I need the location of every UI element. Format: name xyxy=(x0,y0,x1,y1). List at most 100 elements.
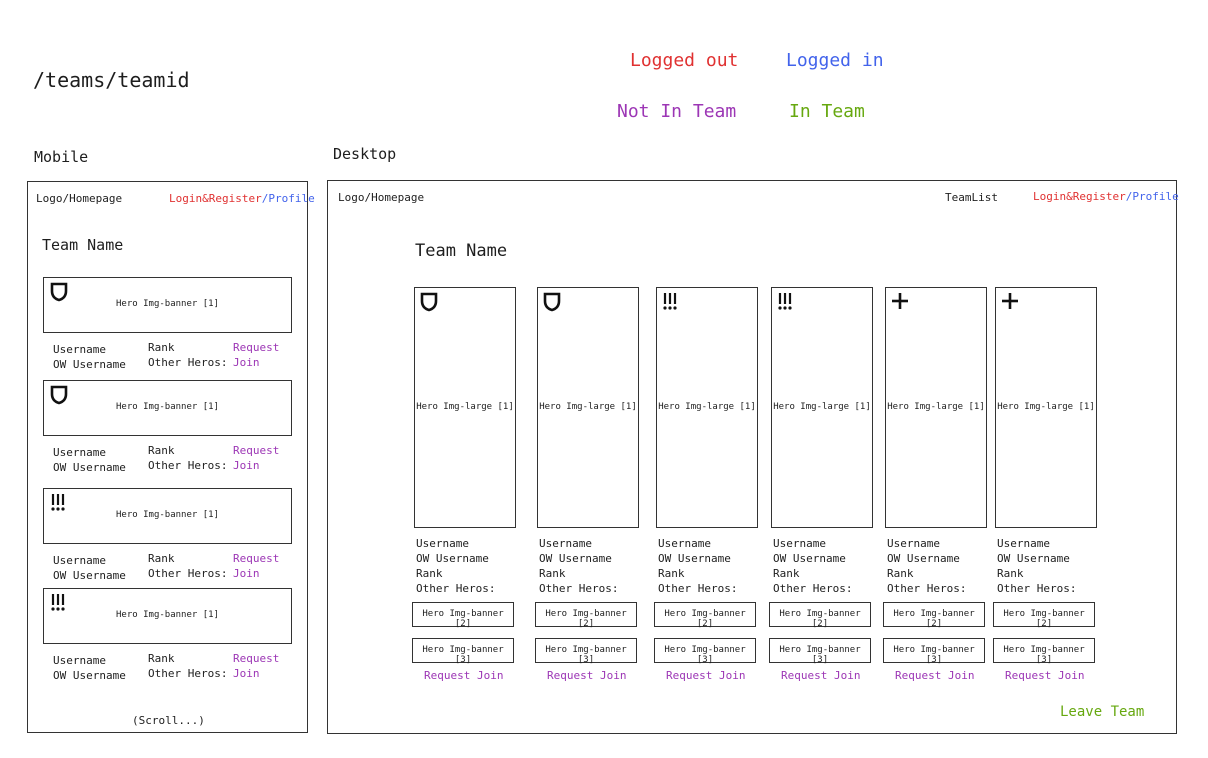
hero-banner-3: Hero Img-banner [3] xyxy=(883,638,985,665)
hero-banner-2: Hero Img-banner [2] xyxy=(535,602,637,629)
username-text: Username xyxy=(53,654,106,667)
mobile-request-join-button[interactable]: Request Join xyxy=(233,443,279,473)
hero-banner-2-label: Hero Img-banner [2] xyxy=(664,609,746,629)
ow-username-text: OW Username xyxy=(887,552,960,565)
rank-text: Rank xyxy=(887,567,914,580)
username-text: Username xyxy=(658,537,711,550)
username-text: Username xyxy=(416,537,469,550)
other-heroes-text: Other Heros: xyxy=(416,582,496,595)
mobile-logo-link[interactable]: Logo/Homepage xyxy=(36,192,122,205)
mobile-member-names: Username OW Username xyxy=(53,653,126,683)
mobile-member-rank: Rank Other Heros: xyxy=(148,443,227,473)
desktop-login-link[interactable]: Login&Register xyxy=(1033,190,1126,203)
mobile-profile-link[interactable]: /Profile xyxy=(262,192,315,205)
desktop-request-join-button[interactable]: Request Join xyxy=(895,668,974,683)
hero-large-image: Hero Img-large [1] xyxy=(414,287,516,528)
hero-banner-2-label: Hero Img-banner [2] xyxy=(422,609,504,629)
desktop-member-info: Username OW Username Rank Other Heros: xyxy=(887,536,966,596)
ow-username-text: OW Username xyxy=(773,552,846,565)
hero-banner-2-label: Hero Img-banner [2] xyxy=(545,609,627,629)
rank-text: Rank xyxy=(148,444,175,457)
rank-text: Rank xyxy=(148,652,175,665)
support-icon xyxy=(891,292,909,314)
desktop-profile-link[interactable]: /Profile xyxy=(1126,190,1179,203)
hero-banner-2: Hero Img-banner [2] xyxy=(993,602,1095,629)
hero-banner-3: Hero Img-banner [3] xyxy=(412,638,514,665)
ow-username-text: OW Username xyxy=(416,552,489,565)
join-text: Join xyxy=(233,459,260,472)
hero-large-label: Hero Img-large [1] xyxy=(887,402,985,412)
mobile-login-link[interactable]: Login&Register xyxy=(169,192,262,205)
mobile-request-join-button[interactable]: Request Join xyxy=(233,340,279,370)
hero-large-image: Hero Img-large [1] xyxy=(995,287,1097,528)
legend-logged-in: Logged in xyxy=(786,50,884,71)
hero-banner-2-label: Hero Img-banner [2] xyxy=(1003,609,1085,629)
hero-large-image: Hero Img-large [1] xyxy=(771,287,873,528)
mobile-auth-links: Login&Register/Profile xyxy=(169,192,315,205)
username-text: Username xyxy=(887,537,940,550)
mobile-member-names: Username OW Username xyxy=(53,445,126,475)
hero-banner-2-label: Hero Img-banner [2] xyxy=(779,609,861,629)
ow-username-text: OW Username xyxy=(539,552,612,565)
legend-in-team: In Team xyxy=(789,101,865,122)
hero-large-image: Hero Img-large [1] xyxy=(885,287,987,528)
hero-banner-3-label: Hero Img-banner [3] xyxy=(545,645,627,665)
mobile-frame: Logo/Homepage Login&Register/Profile Tea… xyxy=(27,181,315,733)
ow-username-text: OW Username xyxy=(53,461,126,474)
other-heroes-text: Other Heros: xyxy=(539,582,619,595)
hero-banner-3: Hero Img-banner [3] xyxy=(535,638,637,665)
request-text: Request xyxy=(233,652,280,665)
other-heroes-text: Other Heros: xyxy=(148,567,228,580)
shield-icon xyxy=(420,292,438,316)
support-icon xyxy=(1001,292,1019,314)
ow-username-text: OW Username xyxy=(658,552,731,565)
hero-banner-3: Hero Img-banner [3] xyxy=(654,638,756,665)
rank-text: Rank xyxy=(773,567,800,580)
desktop-teamlist-link[interactable]: TeamList xyxy=(945,191,998,204)
route-label: /teams/teamid xyxy=(33,68,190,92)
other-heroes-text: Other Heros: xyxy=(887,582,967,595)
username-text: Username xyxy=(53,554,106,567)
hero-banner-2-label: Hero Img-banner [2] xyxy=(893,609,975,629)
rank-text: Rank xyxy=(148,341,175,354)
desktop-logo-link[interactable]: Logo/Homepage xyxy=(338,191,424,204)
username-text: Username xyxy=(53,446,106,459)
join-text: Join xyxy=(233,567,260,580)
ow-username-text: OW Username xyxy=(53,669,126,682)
hero-large-label: Hero Img-large [1] xyxy=(997,402,1095,412)
other-heroes-text: Other Heros: xyxy=(658,582,738,595)
other-heroes-text: Other Heros: xyxy=(148,459,228,472)
hero-large-label: Hero Img-large [1] xyxy=(539,402,637,412)
hero-large-label: Hero Img-large [1] xyxy=(416,402,514,412)
leave-team-button[interactable]: Leave Team xyxy=(1060,704,1144,720)
mobile-request-join-button[interactable]: Request Join xyxy=(233,551,279,581)
hero-banner-2: Hero Img-banner [2] xyxy=(412,602,514,629)
join-text: Join xyxy=(233,356,260,369)
desktop-request-join-button[interactable]: Request Join xyxy=(547,668,626,683)
mobile-banner-label: Hero Img-banner [1] xyxy=(116,610,219,620)
mobile-request-join-button[interactable]: Request Join xyxy=(233,651,279,681)
mobile-member-rank: Rank Other Heros: xyxy=(148,551,227,581)
desktop-member-info: Username OW Username Rank Other Heros: xyxy=(658,536,737,596)
ow-username-text: OW Username xyxy=(53,569,126,582)
desktop-request-join-button[interactable]: Request Join xyxy=(666,668,745,683)
mobile-banner-label: Hero Img-banner [1] xyxy=(116,299,219,309)
mobile-team-name: Team Name xyxy=(42,236,124,254)
hero-large-label: Hero Img-large [1] xyxy=(773,402,871,412)
request-text: Request xyxy=(233,444,280,457)
hero-large-image: Hero Img-large [1] xyxy=(656,287,758,528)
hero-banner-3: Hero Img-banner [3] xyxy=(993,638,1095,665)
desktop-request-join-button[interactable]: Request Join xyxy=(781,668,860,683)
hero-banner-3-label: Hero Img-banner [3] xyxy=(893,645,975,665)
other-heroes-text: Other Heros: xyxy=(997,582,1077,595)
desktop-request-join-button[interactable]: Request Join xyxy=(1005,668,1084,683)
mobile-hero-banner: Hero Img-banner [1] xyxy=(43,277,292,333)
ow-username-text: OW Username xyxy=(53,358,126,371)
username-text: Username xyxy=(773,537,826,550)
mobile-hero-banner: Hero Img-banner [1] xyxy=(43,488,292,544)
desktop-member-info: Username OW Username Rank Other Heros: xyxy=(997,536,1076,596)
mobile-banner-label: Hero Img-banner [1] xyxy=(116,510,219,520)
desktop-request-join-button[interactable]: Request Join xyxy=(424,668,503,683)
mobile-banner-label: Hero Img-banner [1] xyxy=(116,402,219,412)
hero-banner-3-label: Hero Img-banner [3] xyxy=(1003,645,1085,665)
